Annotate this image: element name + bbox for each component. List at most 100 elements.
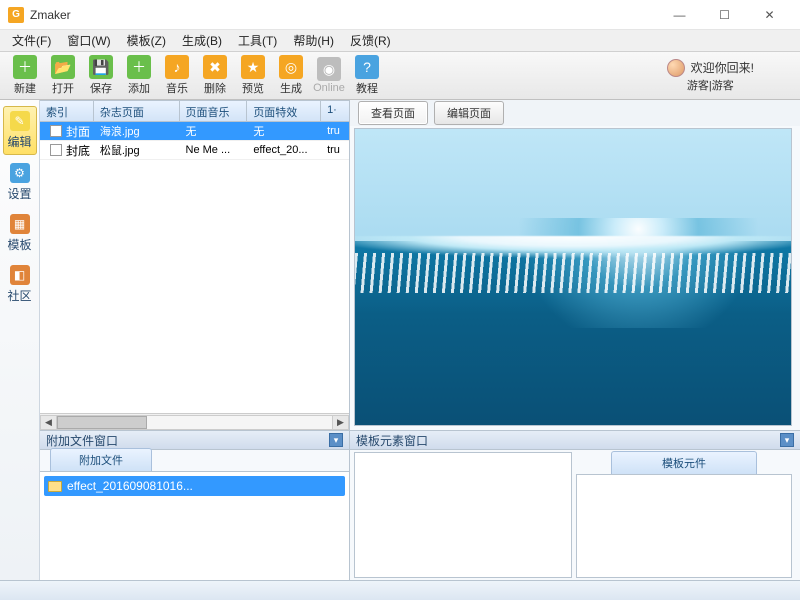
menu-window[interactable]: 窗口(W) bbox=[59, 30, 118, 51]
menu-file[interactable]: 文件(F) bbox=[4, 30, 59, 51]
sidebar-label-template: 模板 bbox=[7, 236, 31, 253]
sidebar-label-settings: 设置 bbox=[7, 185, 31, 202]
welcome-user: 游客|游客 bbox=[687, 77, 734, 93]
tb-generate-label: 生成 bbox=[280, 80, 302, 96]
tb-online-label: Online bbox=[313, 82, 345, 94]
attach-panel-label: 附加文件窗口 bbox=[46, 432, 118, 449]
workspace: ✎ 编辑 ⚙ 设置 ▦ 模板 ◧ 社区 索引 杂志页面 页面音乐 页面特效 1· 封面海… bbox=[0, 100, 800, 580]
sidebar-tab-template[interactable]: ▦ 模板 bbox=[3, 210, 37, 257]
add-icon: ＋ bbox=[127, 55, 151, 79]
tb-new-label: 新建 bbox=[14, 80, 36, 96]
attach-body[interactable]: effect_201609081016... bbox=[40, 472, 349, 580]
tb-new[interactable]: ＋新建 bbox=[6, 53, 44, 98]
sidebar-tab-settings[interactable]: ⚙ 设置 bbox=[3, 159, 37, 206]
generate-icon: ◎ bbox=[279, 55, 303, 79]
preview-image bbox=[355, 129, 791, 425]
community-icon: ◧ bbox=[10, 265, 30, 285]
menubar: 文件(F) 窗口(W) 模板(Z) 生成(B) 工具(T) 帮助(H) 反馈(R… bbox=[0, 30, 800, 52]
scroll-thumb[interactable] bbox=[57, 416, 147, 429]
tb-tutorial-label: 教程 bbox=[356, 80, 378, 96]
statusbar bbox=[0, 580, 800, 600]
tb-online[interactable]: ◉Online bbox=[310, 55, 348, 96]
tpl-elements-left[interactable] bbox=[354, 452, 572, 578]
col-extra[interactable]: 1· bbox=[321, 101, 349, 121]
tb-save-label: 保存 bbox=[90, 80, 112, 96]
settings-icon: ⚙ bbox=[10, 163, 30, 183]
edit-icon: ✎ bbox=[10, 111, 30, 131]
tb-delete-label: 删除 bbox=[204, 80, 226, 96]
sidebar-tab-edit[interactable]: ✎ 编辑 bbox=[3, 106, 37, 155]
minimize-button[interactable]: ― bbox=[657, 0, 702, 30]
attach-panel-title: 附加文件窗口 ▾ bbox=[40, 430, 349, 450]
scroll-left-icon[interactable]: ◀ bbox=[40, 415, 57, 430]
attach-tab[interactable]: 附加文件 bbox=[50, 448, 152, 471]
avatar-icon bbox=[667, 59, 685, 77]
col-effect[interactable]: 页面特效 bbox=[247, 101, 321, 121]
page-icon bbox=[50, 144, 62, 156]
close-button[interactable]: ✕ bbox=[747, 0, 792, 30]
tb-delete[interactable]: ✖删除 bbox=[196, 53, 234, 98]
panel-collapse-icon[interactable]: ▾ bbox=[329, 433, 343, 447]
h-scrollbar[interactable]: ◀ ▶ bbox=[40, 413, 349, 430]
sidebar-label-edit: 编辑 bbox=[7, 133, 31, 150]
tb-generate[interactable]: ◎生成 bbox=[272, 53, 310, 98]
template-icon: ▦ bbox=[10, 214, 30, 234]
grid-body[interactable]: 封面海浪.jpg无无tru封底松鼠.jpgNe Me ...effect_20.… bbox=[40, 122, 349, 413]
tab-view-page[interactable]: 查看页面 bbox=[358, 101, 428, 125]
sidebar-tab-community[interactable]: ◧ 社区 bbox=[3, 261, 37, 308]
menu-feedback[interactable]: 反馈(R) bbox=[342, 30, 399, 51]
left-sidebar: ✎ 编辑 ⚙ 设置 ▦ 模板 ◧ 社区 bbox=[0, 100, 40, 580]
tpl-body[interactable] bbox=[576, 474, 792, 578]
sidebar-label-community: 社区 bbox=[7, 287, 31, 304]
table-row[interactable]: 封底松鼠.jpgNe Me ...effect_20...tru bbox=[40, 141, 349, 160]
delete-icon: ✖ bbox=[203, 55, 227, 79]
right-column: 查看页面 编辑页面 模板元素窗口 ▾ 模板元件 bbox=[350, 100, 800, 580]
tpl-elements-right: 模板元件 bbox=[576, 452, 792, 578]
tpl-panel-label: 模板元素窗口 bbox=[356, 432, 428, 449]
tb-tutorial[interactable]: ?教程 bbox=[348, 53, 386, 98]
menu-template[interactable]: 模板(Z) bbox=[119, 30, 174, 51]
tpl-panel-title: 模板元素窗口 ▾ bbox=[350, 430, 800, 450]
menu-help[interactable]: 帮助(H) bbox=[285, 30, 342, 51]
attach-area: 附加文件 effect_201609081016... bbox=[40, 450, 349, 580]
attach-item-label: effect_201609081016... bbox=[67, 479, 193, 493]
welcome-block: 欢迎你回来! 游客|游客 bbox=[667, 59, 794, 93]
tb-music-label: 音乐 bbox=[166, 80, 188, 96]
help-icon: ? bbox=[355, 55, 379, 79]
tb-music[interactable]: ♪音乐 bbox=[158, 53, 196, 98]
tb-save[interactable]: 💾保存 bbox=[82, 53, 120, 98]
star-icon: ★ bbox=[241, 55, 265, 79]
tb-open-label: 打开 bbox=[52, 80, 74, 96]
new-icon: ＋ bbox=[13, 55, 37, 79]
col-index[interactable]: 索引 bbox=[40, 101, 94, 121]
maximize-button[interactable]: ☐ bbox=[702, 0, 747, 30]
toolbar: ＋新建 📂打开 💾保存 ＋添加 ♪音乐 ✖删除 ★预览 ◎生成 ◉Online … bbox=[0, 52, 800, 100]
preview-area[interactable] bbox=[354, 128, 792, 426]
col-music[interactable]: 页面音乐 bbox=[180, 101, 248, 121]
tb-add[interactable]: ＋添加 bbox=[120, 53, 158, 98]
menu-tools[interactable]: 工具(T) bbox=[230, 30, 285, 51]
tb-preview[interactable]: ★预览 bbox=[234, 53, 272, 98]
folder-icon bbox=[48, 481, 62, 492]
bottom-right-panels: 模板元素窗口 ▾ 模板元件 bbox=[350, 430, 800, 580]
online-icon: ◉ bbox=[317, 57, 341, 81]
open-icon: 📂 bbox=[51, 55, 75, 79]
scroll-right-icon[interactable]: ▶ bbox=[332, 415, 349, 430]
music-icon: ♪ bbox=[165, 55, 189, 79]
tpl-tab[interactable]: 模板元件 bbox=[611, 451, 757, 474]
menu-generate[interactable]: 生成(B) bbox=[174, 30, 230, 51]
page-icon bbox=[50, 125, 62, 137]
preview-tabs: 查看页面 编辑页面 bbox=[350, 100, 800, 126]
tab-edit-page[interactable]: 编辑页面 bbox=[434, 101, 504, 125]
scroll-track[interactable] bbox=[57, 415, 332, 430]
table-row[interactable]: 封面海浪.jpg无无tru bbox=[40, 122, 349, 141]
app-icon: G bbox=[8, 7, 24, 23]
window-title: Zmaker bbox=[30, 8, 657, 22]
tpl-panel-collapse-icon[interactable]: ▾ bbox=[780, 433, 794, 447]
tb-open[interactable]: 📂打开 bbox=[44, 53, 82, 98]
titlebar: G Zmaker ― ☐ ✕ bbox=[0, 0, 800, 30]
grid-header: 索引 杂志页面 页面音乐 页面特效 1· bbox=[40, 100, 349, 122]
attach-item[interactable]: effect_201609081016... bbox=[44, 476, 345, 496]
col-page[interactable]: 杂志页面 bbox=[94, 101, 180, 121]
welcome-text: 欢迎你回来! bbox=[691, 59, 754, 76]
